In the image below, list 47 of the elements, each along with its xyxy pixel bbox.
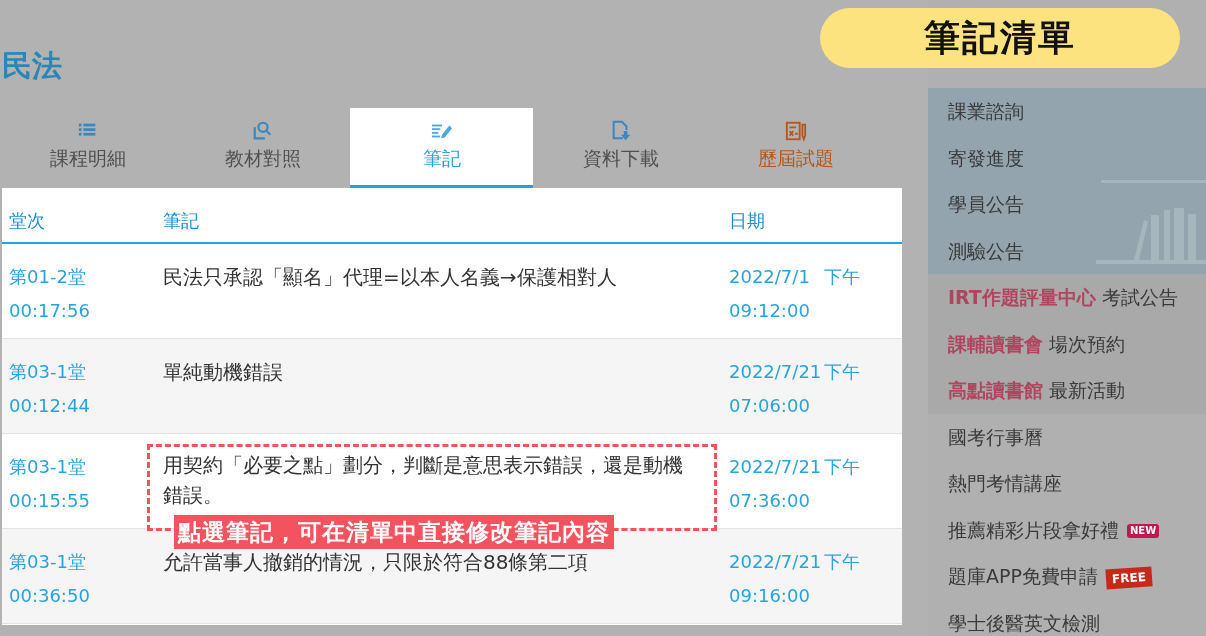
sidebar-item[interactable]: 題庫APP免費申請 FREE: [928, 553, 1206, 600]
time-text: 07:06:00: [729, 394, 811, 418]
tab[interactable]: 教材對照: [175, 108, 350, 188]
date-text: 2022/7/21: [729, 455, 823, 479]
new-badge: NEW: [1127, 524, 1160, 538]
lesson-link[interactable]: 第03-1堂: [9, 355, 147, 389]
tab[interactable]: 資料下載: [533, 108, 708, 188]
period-text: 下午: [824, 455, 860, 479]
date-text: 2022/7/21: [729, 550, 823, 574]
period-text: 下午: [824, 265, 860, 289]
time-text: 07:36:00: [729, 489, 811, 513]
note-text[interactable]: 單純動機錯誤: [163, 355, 701, 389]
page-title: 民法: [2, 47, 63, 85]
sidebar-item[interactable]: 寄發進度: [928, 134, 1206, 181]
sidebar-item[interactable]: 高點讀書館 最新活動: [928, 367, 1206, 414]
tab[interactable]: 課程明細: [0, 108, 175, 188]
timestamp-link[interactable]: 00:15:55: [9, 484, 147, 518]
time-text: 09:12:00: [729, 299, 811, 323]
tab[interactable]: 歷屆試題: [708, 108, 883, 188]
callout-title: 筆記清單: [820, 8, 1180, 68]
column-header: 堂次: [8, 209, 46, 233]
period-text: 下午: [824, 360, 860, 384]
date-text: 2022/7/21: [729, 360, 823, 384]
sidebar-item[interactable]: 課業諮詢: [928, 88, 1206, 135]
column-header: 筆記: [162, 209, 200, 233]
timestamp-link[interactable]: 00:36:50: [9, 579, 147, 613]
callout-label: 點選筆記，可在清單中直接修改筆記內容: [174, 515, 614, 549]
sidebar-item[interactable]: 國考行事曆: [928, 413, 1206, 460]
sidebar-item[interactable]: IRT作題評量中心 考試公告: [928, 274, 1206, 321]
note-text[interactable]: 民法只承認「顯名」代理=以本人名義→保護相對人: [163, 260, 701, 294]
sidebar-item[interactable]: 學員公告: [928, 181, 1206, 228]
lesson-link[interactable]: 第01-2堂: [9, 260, 147, 294]
sidebar-item[interactable]: 熱門考情講座: [928, 460, 1206, 507]
period-text: 下午: [824, 550, 860, 574]
tab[interactable]: 筆記: [350, 108, 533, 190]
sidebar-item[interactable]: 推薦精彩片段拿好禮 NEW: [928, 506, 1206, 553]
lesson-link[interactable]: 第03-1堂: [9, 545, 147, 579]
lesson-link[interactable]: 第03-1堂: [9, 450, 147, 484]
sidebar-item[interactable]: 學士後醫英文檢測: [928, 599, 1206, 636]
time-text: 09:16:00: [729, 584, 811, 608]
timestamp-link[interactable]: 00:12:44: [9, 389, 147, 423]
note-text[interactable]: 用契約「必要之點」劃分，判斷是意思表示錯誤，還是動機錯誤。: [163, 450, 701, 510]
sidebar-item[interactable]: 課輔讀書會 場次預約: [928, 320, 1206, 367]
date-text: 2022/7/1: [729, 265, 811, 289]
timestamp-link[interactable]: 00:17:56: [9, 294, 147, 328]
free-badge: FREE: [1105, 565, 1153, 590]
column-header: 日期: [728, 209, 766, 233]
